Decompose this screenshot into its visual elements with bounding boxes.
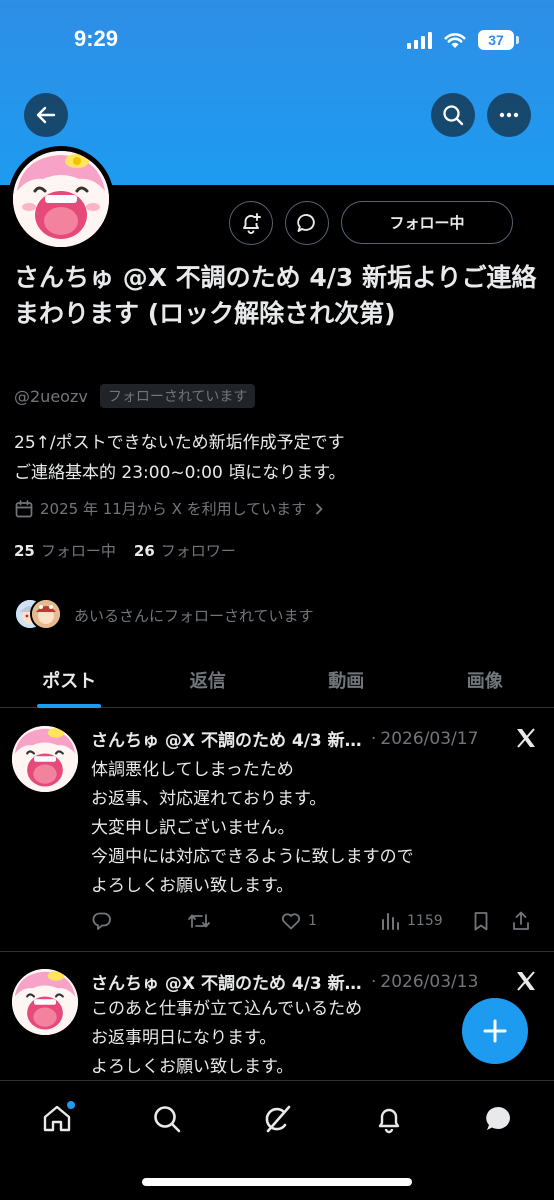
followed-by-text: あいるさんにフォローされています — [74, 606, 314, 625]
followers-label: フォロワー — [160, 542, 236, 560]
post-item[interactable]: さんちゅ @X 不調のため 4/3 新垢よりご連絡まわります (ロック解除され次… — [0, 710, 554, 952]
post-author-name[interactable]: さんちゅ @X 不調のため 4/3 新垢よりご連絡まわります (ロック解除され次… — [91, 726, 367, 751]
message-button[interactable] — [285, 201, 329, 245]
handle-row: @2ueozv フォローされています — [14, 384, 256, 408]
home-indicator — [142, 1178, 412, 1186]
status-icons: 37 — [407, 30, 519, 50]
calendar-icon — [15, 499, 33, 517]
post-date[interactable]: 2026/03/13 — [380, 972, 478, 992]
post-text-line: お返事、対応遅れております。 — [91, 789, 327, 809]
bookmark-icon — [474, 912, 488, 931]
heart-icon — [281, 913, 301, 930]
plus-icon — [483, 1019, 507, 1043]
separator-dot: · — [371, 971, 377, 992]
bell-icon — [378, 1108, 400, 1134]
repost-button[interactable] — [187, 906, 211, 936]
search-icon — [443, 105, 464, 126]
post-actions: 1 1159 — [91, 906, 531, 936]
post-author-avatar[interactable] — [12, 969, 78, 1035]
x-logo-icon — [517, 728, 535, 748]
bio-line: ご連絡基本的 23:00~0:00 頃になります。 — [14, 463, 346, 483]
unread-indicator — [67, 1101, 75, 1109]
search-icon — [154, 1106, 181, 1133]
share-icon — [513, 911, 529, 930]
avatar-image — [13, 151, 109, 247]
more-options-button[interactable] — [487, 93, 531, 137]
post-text-line: 今週中には対応できるように致しますので — [91, 847, 414, 867]
back-button[interactable] — [24, 93, 68, 137]
post-text-line: よろしくお願い致します。 — [91, 1057, 294, 1077]
repost-icon — [188, 914, 210, 928]
arrow-left-icon — [36, 106, 56, 124]
grok-icon — [265, 1105, 291, 1133]
search-button[interactable] — [431, 93, 475, 137]
nav-grok[interactable] — [257, 1099, 297, 1139]
profile-avatar[interactable] — [8, 146, 114, 252]
post-author-avatar[interactable] — [12, 726, 78, 792]
like-count: 1 — [308, 913, 317, 929]
chat-bubble-icon — [297, 214, 315, 232]
reply-button[interactable] — [91, 906, 113, 936]
following-count-link[interactable]: 25 フォロー中 — [14, 540, 116, 561]
chevron-right-icon — [316, 503, 323, 514]
profile-handle: @2ueozv — [14, 386, 88, 406]
following-label: フォロー中 — [40, 542, 116, 560]
post-header: さんちゅ @X 不調のため 4/3 新垢よりご連絡まわります (ロック解除され次… — [91, 726, 501, 752]
followers-count-link[interactable]: 26 フォロワー — [134, 540, 236, 561]
joined-date-row[interactable]: 2025 年 11月から X を利用しています — [14, 498, 326, 519]
cellular-signal-icon — [407, 31, 432, 49]
profile-tabs: ポスト 返信 動画 画像 — [0, 652, 554, 708]
bell-plus-icon — [243, 213, 261, 234]
following-count: 25 — [14, 542, 35, 560]
follows-you-badge: フォローされています — [99, 384, 256, 408]
tab-images[interactable]: 画像 — [416, 652, 554, 707]
separator-dot: · — [371, 728, 377, 749]
status-time: 9:29 — [74, 26, 119, 51]
more-horizontal-icon — [499, 112, 519, 118]
tab-videos[interactable]: 動画 — [277, 652, 416, 707]
profile-bio: 25↑/ポストできないため新垢作成予定です ご連絡基本的 23:00~0:00 … — [14, 428, 540, 488]
like-button[interactable]: 1 — [280, 906, 317, 936]
followed-by-row[interactable]: あいるさんにフォローされています — [14, 592, 314, 638]
mutual-avatar — [30, 598, 62, 630]
chat-bubble-icon — [486, 1106, 510, 1130]
post-text-line: 体調悪化してしまったため — [91, 760, 294, 780]
nav-home[interactable] — [37, 1099, 77, 1139]
notification-subscribe-button[interactable] — [229, 201, 273, 245]
mutual-follower-avatars — [14, 592, 62, 638]
status-bar: 9:29 37 — [0, 0, 554, 80]
joined-date: 2025 年 11月から X を利用しています — [40, 500, 307, 518]
views-button[interactable]: 1159 — [379, 906, 443, 936]
post-text-line: 大変申し訳ございません。 — [91, 818, 295, 838]
view-count: 1159 — [407, 913, 443, 929]
post-text: 体調悪化してしまったため お返事、対応遅れております。 大変申し訳ございません。… — [91, 756, 531, 901]
profile-display-name: さんちゅ @X 不調のため 4/3 新垢よりご連絡まわります (ロック解除され次… — [14, 263, 537, 328]
post-author-name[interactable]: さんちゅ @X 不調のため 4/3 新垢よりご連絡まわります (ロック解除され次… — [91, 969, 367, 994]
nav-messages[interactable] — [479, 1099, 519, 1139]
tab-posts[interactable]: ポスト — [0, 652, 139, 707]
nav-explore[interactable] — [147, 1099, 187, 1139]
post-date[interactable]: 2026/03/17 — [380, 729, 478, 749]
followers-count: 26 — [133, 542, 155, 560]
post-text-line: よろしくお願い致します。 — [91, 876, 294, 896]
battery-indicator: 37 — [478, 30, 519, 50]
x-logo-icon — [517, 971, 535, 991]
analytics-icon — [382, 913, 399, 930]
bookmark-button[interactable] — [471, 906, 491, 936]
reply-icon — [92, 912, 111, 930]
bio-line: 25↑/ポストできないため新垢作成予定です — [14, 433, 345, 453]
tab-replies[interactable]: 返信 — [139, 652, 278, 707]
nav-notifications[interactable] — [369, 1099, 409, 1139]
wifi-icon — [444, 32, 466, 48]
post-header: さんちゅ @X 不調のため 4/3 新垢よりご連絡まわります (ロック解除され次… — [91, 969, 501, 995]
compose-post-button[interactable] — [462, 998, 528, 1064]
following-button[interactable]: フォロー中 — [341, 201, 513, 244]
share-button[interactable] — [511, 906, 531, 936]
follow-counts: 25 フォロー中 26 フォロワー — [14, 540, 236, 561]
